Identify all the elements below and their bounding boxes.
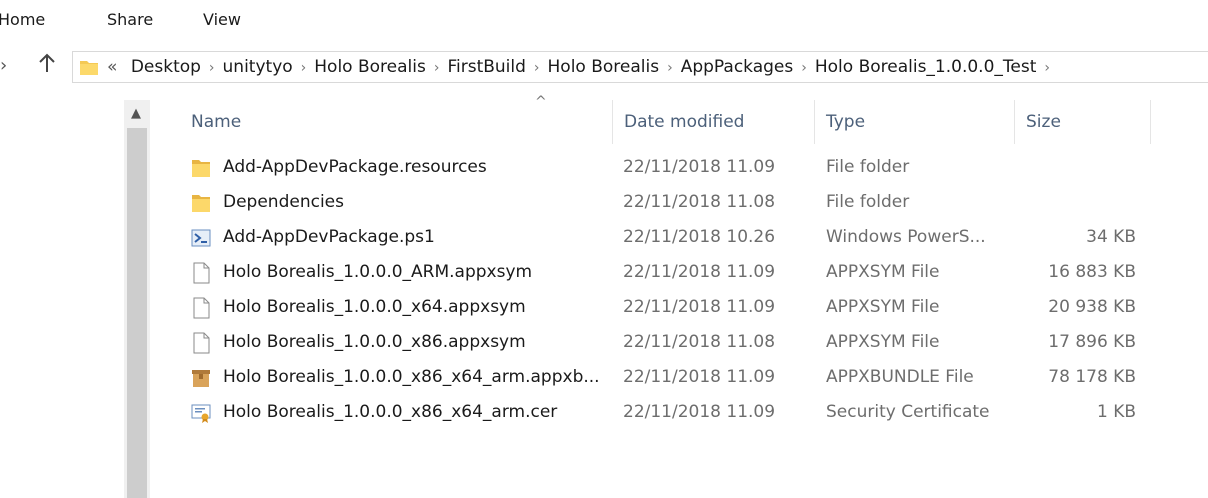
file-date: 22/11/2018 11.09 — [623, 367, 776, 387]
recent-locations-chevron-icon[interactable]: › — [0, 55, 7, 76]
file-type: APPXBUNDLE File — [826, 367, 974, 387]
column-divider[interactable] — [1014, 100, 1015, 144]
file-type: APPXSYM File — [826, 262, 940, 282]
navigation-bar: › « Desktop › unitytyo › Holo Borealis › First… — [0, 42, 1208, 94]
chevron-right-icon[interactable]: › — [1044, 60, 1050, 76]
chevron-right-icon[interactable]: › — [301, 60, 307, 76]
tab-view[interactable]: View — [203, 10, 241, 29]
file-name: Holo Borealis_1.0.0.0_x64.appxsym — [223, 297, 526, 317]
file-type: File folder — [826, 157, 910, 177]
column-divider[interactable] — [1150, 100, 1151, 144]
up-arrow-icon[interactable] — [38, 53, 56, 78]
breadcrumb-overflow[interactable]: « — [107, 57, 117, 77]
file-size: 16 883 KB — [1048, 262, 1136, 282]
address-bar[interactable]: « Desktop › unitytyo › Holo Borealis › FirstBu… — [72, 51, 1208, 83]
chevron-right-icon[interactable]: › — [434, 60, 440, 76]
chevron-right-icon[interactable]: › — [801, 60, 807, 76]
file-row[interactable]: Add-AppDevPackage.ps1 22/11/2018 10.26 W… — [150, 220, 1150, 255]
file-name: Holo Borealis_1.0.0.0_x86_x64_arm.appxb.… — [223, 367, 600, 387]
tab-home[interactable]: Home — [0, 10, 45, 29]
column-divider[interactable] — [612, 100, 613, 144]
file-size: 78 178 KB — [1048, 367, 1136, 387]
breadcrumb-holo-borealis-2[interactable]: Holo Borealis — [548, 57, 660, 77]
file-type: APPXSYM File — [826, 297, 940, 317]
scroll-up-arrow-icon[interactable]: ▲ — [131, 106, 141, 121]
file-row[interactable]: Holo Borealis_1.0.0.0_ARM.appxsym 22/11/… — [150, 255, 1150, 290]
breadcrumb-unitytyo[interactable]: unitytyo — [223, 57, 293, 77]
file-name: Dependencies — [223, 192, 344, 212]
file-icon — [191, 297, 211, 319]
certificate-icon — [191, 402, 211, 424]
chevron-right-icon[interactable]: › — [209, 60, 215, 76]
column-divider[interactable] — [814, 100, 815, 144]
chevron-right-icon[interactable]: › — [534, 60, 540, 76]
file-icon — [191, 262, 211, 284]
column-header-row: ^ Name Date modified Type Size — [150, 94, 1208, 146]
chevron-right-icon[interactable]: › — [667, 60, 673, 76]
folder-icon — [191, 157, 211, 179]
file-row[interactable]: Dependencies 22/11/2018 11.08 File folde… — [150, 185, 1150, 220]
column-header-date-modified[interactable]: Date modified — [624, 112, 744, 132]
file-date: 22/11/2018 11.08 — [623, 332, 776, 352]
tab-share[interactable]: Share — [107, 10, 153, 29]
file-icon — [191, 332, 211, 354]
file-name: Holo Borealis_1.0.0.0_x86.appxsym — [223, 332, 526, 352]
file-size: 34 KB — [1086, 227, 1136, 247]
column-header-type[interactable]: Type — [826, 112, 865, 132]
breadcrumb-test-folder[interactable]: Holo Borealis_1.0.0.0_Test — [815, 57, 1037, 77]
powershell-script-icon — [191, 227, 211, 249]
file-size: 20 938 KB — [1048, 297, 1136, 317]
breadcrumb-holo-borealis[interactable]: Holo Borealis — [314, 57, 426, 77]
file-date: 22/11/2018 11.09 — [623, 262, 776, 282]
column-header-name[interactable]: Name — [191, 112, 241, 132]
file-size: 17 896 KB — [1048, 332, 1136, 352]
file-name: Holo Borealis_1.0.0.0_x86_x64_arm.cer — [223, 402, 558, 422]
file-name: Holo Borealis_1.0.0.0_ARM.appxsym — [223, 262, 533, 282]
sort-ascending-icon: ^ — [535, 94, 547, 110]
folder-icon — [191, 192, 211, 214]
file-type: File folder — [826, 192, 910, 212]
file-name: Add-AppDevPackage.resources — [223, 157, 487, 177]
breadcrumb-firstbuild[interactable]: FirstBuild — [447, 57, 525, 77]
breadcrumb-desktop[interactable]: Desktop — [131, 57, 201, 77]
file-date: 22/11/2018 11.09 — [623, 157, 776, 177]
breadcrumb-apppackages[interactable]: AppPackages — [681, 57, 794, 77]
navigation-pane-scrollbar[interactable]: ▲ — [124, 100, 150, 498]
folder-icon — [79, 57, 99, 77]
package-box-icon — [191, 367, 211, 389]
file-date: 22/11/2018 11.09 — [623, 297, 776, 317]
file-row[interactable]: Holo Borealis_1.0.0.0_x86_x64_arm.cer 22… — [150, 395, 1150, 430]
file-row[interactable]: Holo Borealis_1.0.0.0_x64.appxsym 22/11/… — [150, 290, 1150, 325]
file-row[interactable]: Add-AppDevPackage.resources 22/11/2018 1… — [150, 150, 1150, 185]
file-date: 22/11/2018 11.08 — [623, 192, 776, 212]
file-name: Add-AppDevPackage.ps1 — [223, 227, 435, 247]
column-header-size[interactable]: Size — [1026, 112, 1061, 132]
file-row[interactable]: Holo Borealis_1.0.0.0_x86.appxsym 22/11/… — [150, 325, 1150, 360]
breadcrumb: « Desktop › unitytyo › Holo Borealis › FirstBu… — [107, 57, 1058, 77]
file-type: APPXSYM File — [826, 332, 940, 352]
ribbon: Home Share View — [0, 0, 1208, 42]
file-size: 1 KB — [1096, 402, 1136, 422]
file-row[interactable]: Holo Borealis_1.0.0.0_x86_x64_arm.appxb.… — [150, 360, 1150, 395]
file-type: Security Certificate — [826, 402, 990, 422]
file-date: 22/11/2018 11.09 — [623, 402, 776, 422]
file-date: 22/11/2018 10.26 — [623, 227, 776, 247]
scrollbar-thumb[interactable] — [127, 128, 147, 498]
file-type: Windows PowerS... — [826, 227, 986, 247]
